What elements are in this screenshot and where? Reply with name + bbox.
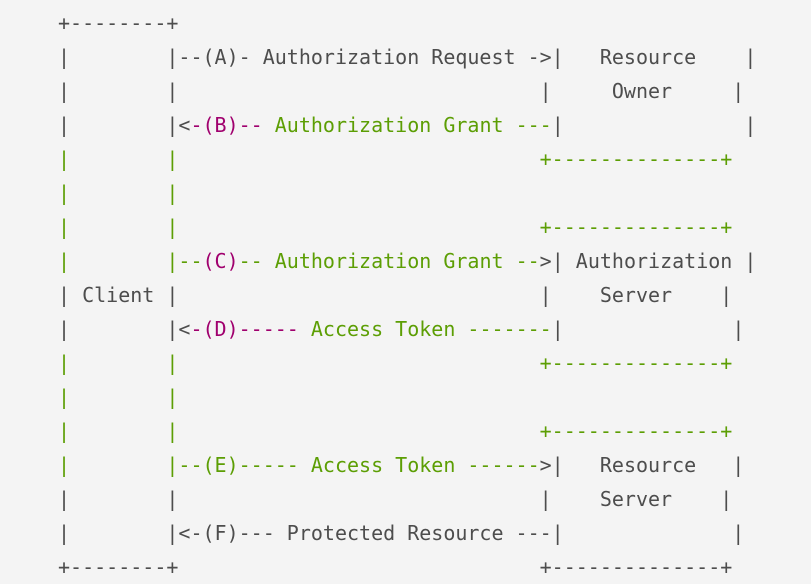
authorization-server-box-bottom-border-row-seg-0: | | +--------------+ (58, 351, 733, 375)
message-b-row-seg-1: -(B)-- (190, 113, 263, 137)
resource-owner-label-row: | | | Owner | (58, 74, 811, 108)
message-d-row-seg-4: | (563, 317, 745, 341)
message-f-row: | |<-(F)--- Protected Resource ---| | (58, 516, 811, 550)
message-e-row: | |--(E)----- Access Token ------>| Reso… (58, 448, 811, 482)
message-d-row-seg-0: | |< (58, 317, 191, 341)
message-b-row-seg-3: | (551, 113, 564, 137)
resource-server-box-top-border-row: | | +--------------+ (58, 414, 811, 448)
message-b-row-seg-0: | |< (58, 113, 191, 137)
message-e-row-seg-0: | |--(E)----- Access Token ------ (58, 453, 540, 477)
spacer-row-1-seg-0: | | (58, 181, 179, 205)
authorization-server-box-top-border-row: | | +--------------+ (58, 210, 811, 244)
resource-server-box-top-border-row-seg-0: | | +--------------+ (58, 419, 733, 443)
authorization-server-box-bottom-border-row: | | +--------------+ (58, 346, 811, 380)
bottom-borders-row-seg-0: +--------+ +--------------+ (58, 555, 733, 579)
authorization-server-box-top-border-row-seg-0: | | +--------------+ (58, 215, 733, 239)
message-b-row: | |<-(B)-- Authorization Grant ---| | (58, 108, 811, 142)
oauth-flow-ascii-diagram: +--------+ | |--(A)- Authorization Reques… (0, 0, 811, 582)
message-d-row-seg-3: | (551, 317, 564, 341)
message-b-row-seg-4: | (563, 113, 757, 137)
message-d-row-seg-1: -(D)----- (190, 317, 299, 341)
resource-owner-label-row-seg-0: | | | Owner | (58, 79, 745, 103)
message-c-row-seg-3: >| (539, 249, 564, 273)
client-box-top-border: +--------+ (58, 6, 811, 40)
client-label-row: | Client | | Server | (58, 278, 811, 312)
client-box-top-border-seg-0: +--------+ (58, 11, 179, 35)
message-c-row-seg-4: Authorization | (563, 249, 757, 273)
resource-owner-box-bottom-border-row: | | +--------------+ (58, 142, 811, 176)
message-d-row: | |<-(D)----- Access Token -------| | (58, 312, 811, 346)
spacer-row-2-seg-0: | | (58, 385, 179, 409)
message-c-row-seg-0: | |-- (58, 249, 203, 273)
message-b-row-seg-2: Authorization Grant --- (262, 113, 552, 137)
resource-server-label-row-seg-0: | | | Server | (58, 487, 733, 511)
message-e-row-seg-2: Resource | (563, 453, 745, 477)
message-c-row-seg-2: -- Authorization Grant -- (238, 249, 540, 273)
message-c-row: | |--(C)-- Authorization Grant -->| Auth… (58, 244, 811, 278)
message-a-row: | |--(A)- Authorization Request ->| Reso… (58, 40, 811, 74)
resource-owner-box-bottom-border-row-seg-0: | | +--------------+ (58, 147, 733, 171)
message-a-row-seg-0: | |--(A)- Authorization Request ->| Reso… (58, 45, 757, 69)
bottom-borders-row: +--------+ +--------------+ (58, 550, 811, 584)
message-e-row-seg-1: >| (539, 453, 564, 477)
message-d-row-seg-2: Access Token ------- (298, 317, 552, 341)
client-label-row-seg-0: | Client | | Server | (58, 283, 733, 307)
resource-server-label-row: | | | Server | (58, 482, 811, 516)
spacer-row-1: | | (58, 176, 811, 210)
message-f-row-seg-0: | |<-(F)--- Protected Resource ---| | (58, 521, 745, 545)
spacer-row-2: | | (58, 380, 811, 414)
message-c-row-seg-1: (C) (202, 249, 239, 273)
